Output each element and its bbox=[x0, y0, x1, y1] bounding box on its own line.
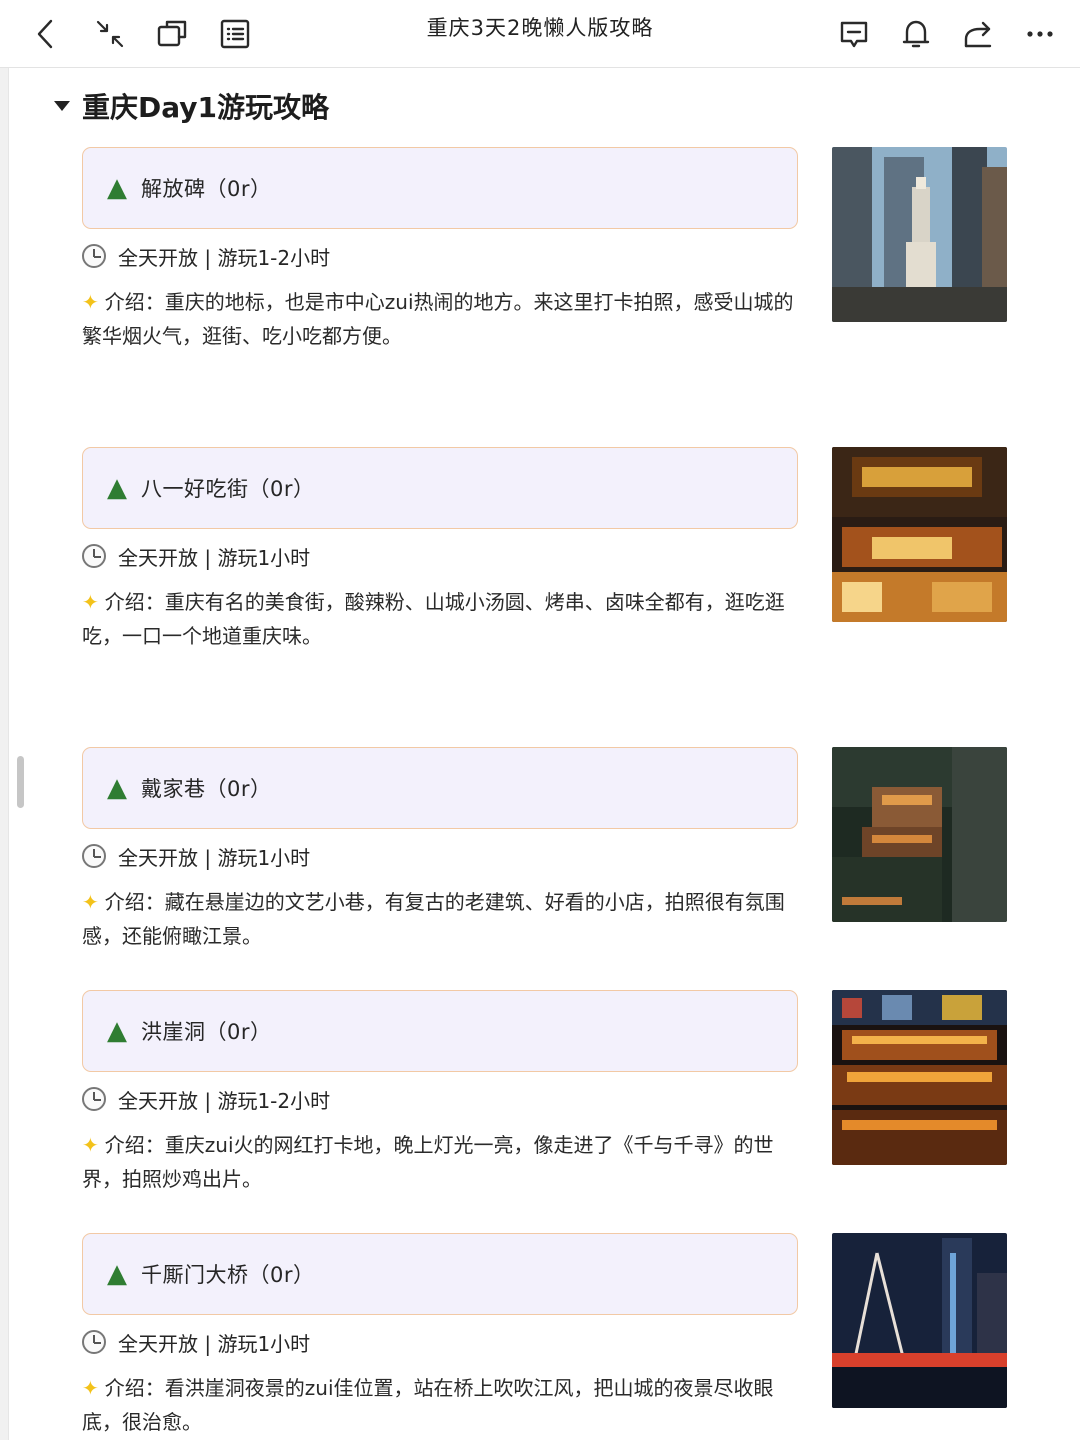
bell-icon[interactable] bbox=[890, 8, 942, 60]
spot-intro: ✦ 介绍：重庆有名的美食街，酸辣粉、山城小汤圆、烤串、卤味全都有，逛吃逛吃，一口一… bbox=[82, 585, 802, 653]
clock-icon bbox=[82, 544, 106, 568]
spot-intro: ✦ 介绍：重庆的地标，也是市中心zui热闹的地方。来这里打卡拍照，感受山城的繁华烟… bbox=[82, 285, 802, 353]
outline-icon[interactable] bbox=[209, 8, 261, 60]
tree-icon: ▲ bbox=[107, 173, 127, 203]
spot-intro-text: 介绍：重庆的地标，也是市中心zui热闹的地方。来这里打卡拍照，感受山城的繁华烟火… bbox=[82, 290, 794, 348]
spot-photo[interactable] bbox=[832, 447, 1007, 622]
spot-intro: ✦ 介绍：看洪崖洞夜景的zui佳位置，站在桥上吹吹江风，把山城的夜景尽收眼底，很治… bbox=[82, 1371, 802, 1439]
spot-meta-text: 全天开放 | 游玩1-2小时 bbox=[118, 1088, 331, 1113]
caret-down-icon[interactable] bbox=[54, 101, 70, 111]
window-icon[interactable] bbox=[146, 8, 198, 60]
spot-meta-text: 全天开放 | 游玩1小时 bbox=[118, 545, 311, 570]
spot-intro-text: 介绍：藏在悬崖边的文艺小巷，有复古的老建筑、好看的小店，拍照很有氛围感，还能俯瞰… bbox=[82, 890, 785, 948]
spot-intro: ✦ 介绍：藏在悬崖边的文艺小巷，有复古的老建筑、好看的小店，拍照很有氛围感，还能俯… bbox=[82, 885, 802, 953]
spot-meta-text: 全天开放 | 游玩1-2小时 bbox=[118, 245, 331, 270]
spot-meta: 全天开放 | 游玩1小时 bbox=[82, 1325, 798, 1359]
clock-icon bbox=[82, 1087, 106, 1111]
spot-intro: ✦ 介绍：重庆zui火的网红打卡地，晚上灯光一亮，像走进了《千与千寻》的世界，拍照… bbox=[82, 1128, 802, 1196]
spot-name: 解放碑（0r） bbox=[141, 177, 272, 201]
left-rail bbox=[0, 68, 9, 1440]
section-heading-toggle[interactable]: 重庆Day1游玩攻略 bbox=[54, 86, 329, 126]
tree-icon: ▲ bbox=[107, 1016, 127, 1046]
tree-icon: ▲ bbox=[107, 473, 127, 503]
spot-photo[interactable] bbox=[832, 747, 1007, 922]
sparkles-icon: ✦ bbox=[82, 1376, 99, 1400]
share-icon[interactable] bbox=[952, 8, 1004, 60]
spot-intro-text: 介绍：重庆zui火的网红打卡地，晚上灯光一亮，像走进了《千与千寻》的世界，拍照炒… bbox=[82, 1133, 774, 1191]
spot-photo[interactable] bbox=[832, 990, 1007, 1165]
spot-intro-text: 介绍：看洪崖洞夜景的zui佳位置，站在桥上吹吹江风，把山城的夜景尽收眼底，很治愈… bbox=[82, 1376, 774, 1434]
spot-meta-text: 全天开放 | 游玩1小时 bbox=[118, 1331, 311, 1356]
spot-name: 千厮门大桥（0r） bbox=[141, 1263, 315, 1287]
comment-icon[interactable] bbox=[828, 8, 880, 60]
spot-intro-text: 介绍：重庆有名的美食街，酸辣粉、山城小汤圆、烤串、卤味全都有，逛吃逛吃，一口一个… bbox=[82, 590, 785, 648]
document-title: 重庆3天2晚懒人版攻略 bbox=[426, 16, 654, 40]
top-bar: 重庆3天2晚懒人版攻略 bbox=[0, 0, 1080, 68]
collapse-icon[interactable] bbox=[84, 8, 136, 60]
sparkles-icon: ✦ bbox=[82, 290, 99, 314]
spot-name: 洪崖洞（0r） bbox=[141, 1020, 272, 1044]
spot-meta: 全天开放 | 游玩1-2小时 bbox=[82, 239, 798, 273]
more-icon[interactable] bbox=[1014, 8, 1066, 60]
clock-icon bbox=[82, 1330, 106, 1354]
tree-icon: ▲ bbox=[107, 773, 127, 803]
sparkles-icon: ✦ bbox=[82, 890, 99, 914]
spot-meta: 全天开放 | 游玩1-2小时 bbox=[82, 1082, 798, 1116]
section-title: 重庆Day1游玩攻略 bbox=[82, 91, 330, 124]
back-icon[interactable] bbox=[20, 8, 72, 60]
spot-photo[interactable] bbox=[832, 1233, 1007, 1408]
spot-name-card[interactable]: ▲ 解放碑（0r） bbox=[82, 147, 798, 229]
spot-name: 戴家巷（0r） bbox=[141, 777, 272, 801]
spot-photo[interactable] bbox=[832, 147, 1007, 322]
spot-name-card[interactable]: ▲ 洪崖洞（0r） bbox=[82, 990, 798, 1072]
spot-name-card[interactable]: ▲ 千厮门大桥（0r） bbox=[82, 1233, 798, 1315]
spot-meta: 全天开放 | 游玩1小时 bbox=[82, 839, 798, 873]
spot-meta-text: 全天开放 | 游玩1小时 bbox=[118, 845, 311, 870]
spot-name-card[interactable]: ▲ 戴家巷（0r） bbox=[82, 747, 798, 829]
tree-icon: ▲ bbox=[107, 1259, 127, 1289]
spot-name: 八一好吃街（0r） bbox=[141, 477, 315, 501]
clock-icon bbox=[82, 244, 106, 268]
scroll-handle[interactable] bbox=[17, 756, 24, 808]
clock-icon bbox=[82, 844, 106, 868]
sparkles-icon: ✦ bbox=[82, 590, 99, 614]
spot-name-card[interactable]: ▲ 八一好吃街（0r） bbox=[82, 447, 798, 529]
spot-meta: 全天开放 | 游玩1小时 bbox=[82, 539, 798, 573]
sparkles-icon: ✦ bbox=[82, 1133, 99, 1157]
